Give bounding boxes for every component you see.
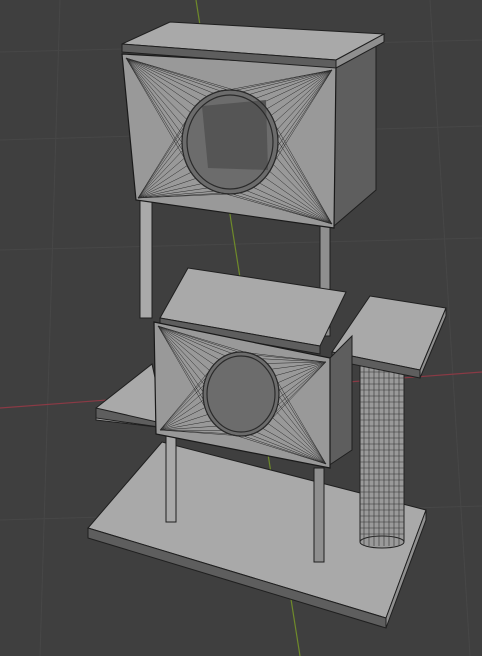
right-leg[interactable] <box>313 467 325 563</box>
lower-box[interactable] <box>153 321 353 469</box>
upper-box[interactable] <box>121 41 377 229</box>
left-leg[interactable] <box>165 431 177 523</box>
3d-viewport[interactable] <box>0 0 482 656</box>
upper-hole-interior <box>202 100 268 170</box>
scratching-post[interactable] <box>359 365 405 549</box>
viewport-scene[interactable] <box>0 0 482 656</box>
back-left-leg[interactable] <box>139 199 153 319</box>
